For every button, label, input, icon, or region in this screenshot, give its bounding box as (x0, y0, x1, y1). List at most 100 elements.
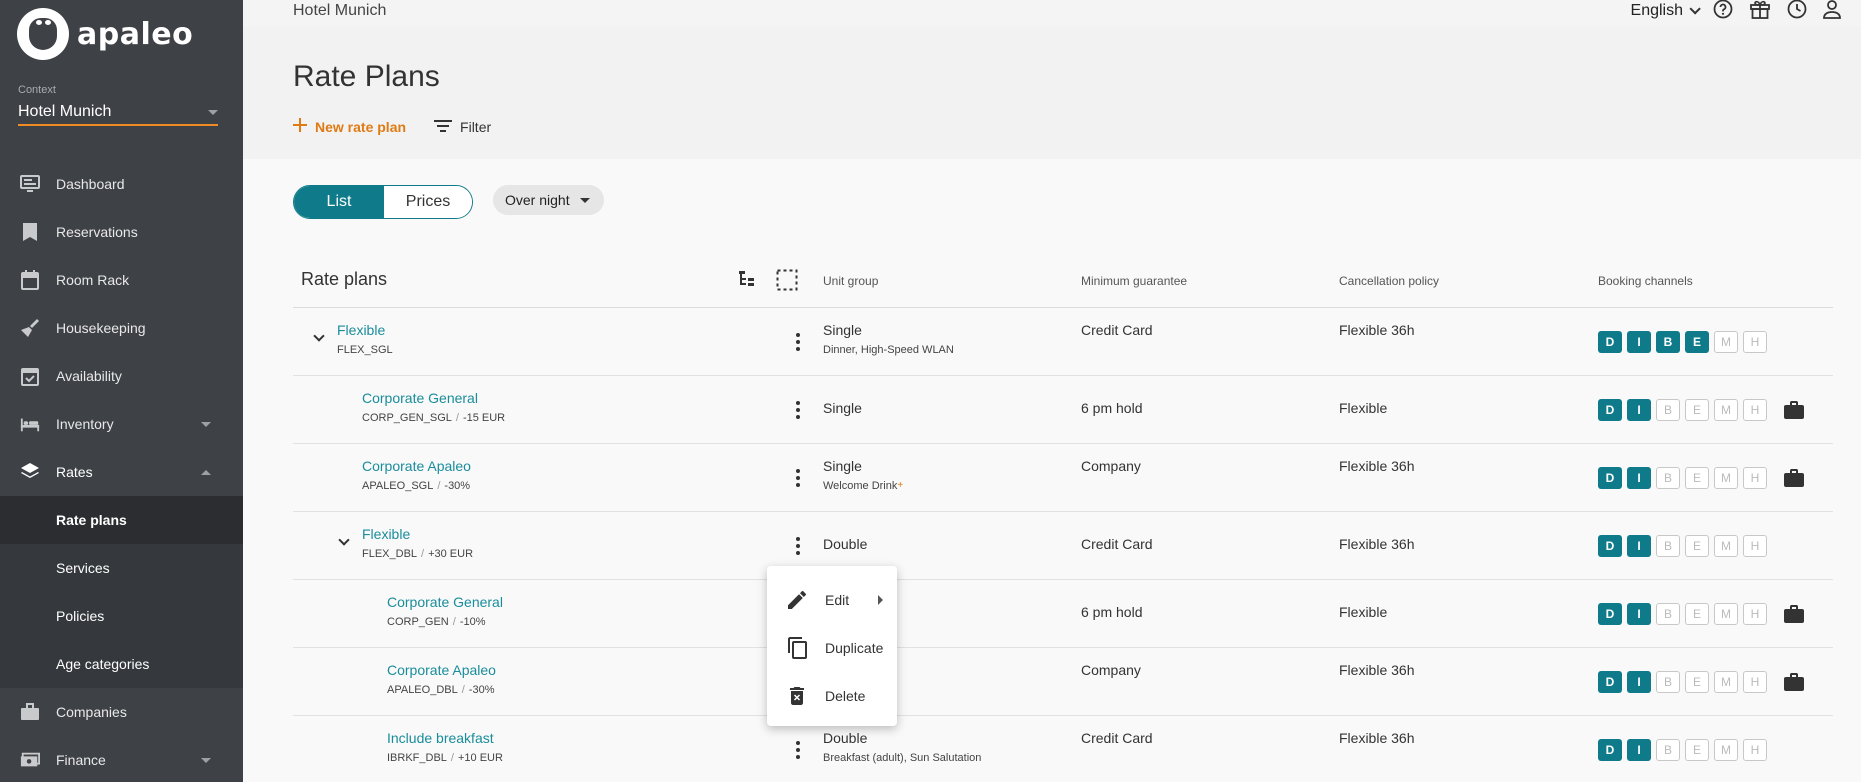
table-title: Rate plans (301, 269, 388, 289)
dropdown-caret-icon (208, 109, 218, 115)
sidebar-item-companies[interactable]: Companies (0, 688, 243, 736)
unit-group-name: Single (823, 322, 862, 338)
context-dropdown[interactable]: Hotel Munich (18, 100, 218, 126)
rate-plan-name[interactable]: Flexible (337, 322, 393, 338)
rate-plan-cell: Flexible FLEX_DBL / +30 EUR (362, 526, 473, 560)
table-row[interactable]: Flexible FLEX_SGL Single Dinner, High-Sp… (293, 308, 1833, 376)
more-options-icon[interactable] (788, 536, 808, 556)
breadcrumb: Hotel Munich (293, 2, 387, 19)
language-selector[interactable]: English (1631, 2, 1701, 20)
subnav-item-rate-plans[interactable]: Rate plans (0, 496, 243, 544)
help-icon[interactable] (1713, 0, 1733, 24)
table-row[interactable]: Include breakfast IBRKF_DBL / +10 EUR Doub… (293, 716, 1833, 782)
sidebar-item-label: Availability (56, 368, 122, 384)
menu-item-edit[interactable]: Edit (767, 576, 897, 624)
clock-icon[interactable] (1787, 0, 1807, 24)
channel-badge: E (1685, 739, 1709, 761)
rate-plan-name[interactable]: Flexible (362, 526, 473, 542)
rate-plan-name[interactable]: Corporate Apaleo (387, 662, 496, 678)
menu-item-label: Duplicate (825, 640, 884, 656)
menu-item-label: Delete (825, 688, 866, 704)
sidebar-item-label: Finance (56, 752, 106, 768)
more-options-icon[interactable] (788, 332, 808, 352)
table-row[interactable]: Corporate Apaleo APALEO_DBL/-30% k Compa… (293, 648, 1833, 716)
filter-icon (434, 119, 453, 135)
subnav-item-policies[interactable]: Policies (0, 592, 243, 640)
row-context-menu: Edit Duplicate Delete (767, 566, 897, 726)
services-text: Welcome Drink (823, 480, 898, 492)
channel-badge: D (1598, 671, 1622, 693)
subnav-item-age-categories[interactable]: Age categories (0, 640, 243, 688)
channel-badge: D (1598, 739, 1622, 761)
rate-plan-code-line: CORP_GEN_SGL / -15 EUR (362, 412, 505, 424)
period-dropdown[interactable]: Over night (493, 185, 604, 215)
rate-plan-name[interactable]: Corporate General (387, 594, 503, 610)
rate-plan-cell: Flexible FLEX_SGL (337, 322, 393, 356)
booking-channels: DIBEMH (1598, 331, 1767, 353)
unit-group-cell: Double Breakfast (adult), Sun Salutation (823, 730, 981, 764)
header-booking-channels[interactable]: Booking channels (1598, 274, 1693, 288)
channel-badge: H (1743, 467, 1767, 489)
minimum-guarantee: Credit Card (1081, 730, 1153, 746)
sidebar-item-rates[interactable]: Rates (0, 448, 243, 496)
separator: / (421, 548, 425, 560)
unit-group-cell: Single Dinner, High-Speed WLAN (823, 322, 954, 356)
sidebar-item-availability[interactable]: Availability (0, 352, 243, 400)
select-all-icon[interactable] (776, 269, 798, 296)
minimum-guarantee: Credit Card (1081, 536, 1153, 552)
context-selector[interactable]: Context Hotel Munich (18, 84, 218, 126)
more-options-icon[interactable] (788, 400, 808, 420)
rate-plan-name[interactable]: Corporate Apaleo (362, 458, 471, 474)
table-row[interactable]: Corporate Apaleo APALEO_SGL / -30% Single … (293, 444, 1833, 512)
cancellation-policy: Flexible 36h (1339, 536, 1415, 552)
sidebar-item-inventory[interactable]: Inventory (0, 400, 243, 448)
table-row[interactable]: Corporate General CORP_GEN / -10% 6 pm hol… (293, 580, 1833, 648)
user-icon[interactable] (1823, 0, 1841, 24)
header-unit-group[interactable]: Unit group (823, 274, 878, 288)
services-text: Breakfast (adult), Sun Salutation (823, 752, 982, 764)
sidebar-item-reservations[interactable]: Reservations (0, 208, 243, 256)
broom-icon (20, 318, 40, 338)
calendar-check-icon (20, 366, 40, 386)
hierarchy-toggle-icon[interactable] (737, 269, 757, 294)
rate-plan-code-line: IBRKF_DBL / +10 EUR (387, 752, 503, 764)
expand-chevron-icon[interactable] (313, 330, 325, 344)
view-list-button[interactable]: List (294, 186, 384, 218)
channel-badge: H (1743, 331, 1767, 353)
table-row[interactable]: Flexible FLEX_DBL / +30 EUR Double Credit … (293, 512, 1833, 580)
channel-badge: M (1714, 535, 1738, 557)
channel-badge: I (1627, 399, 1651, 421)
sidebar-item-room-rack[interactable]: Room Rack (0, 256, 243, 304)
bed-icon (20, 414, 40, 434)
more-options-icon[interactable] (788, 740, 808, 760)
sidebar-item-finance[interactable]: Finance (0, 736, 243, 782)
new-rate-plan-button[interactable]: New rate plan (293, 118, 406, 135)
filter-button[interactable]: Filter (434, 119, 491, 135)
menu-item-delete[interactable]: Delete (767, 672, 897, 720)
chevron-down-icon (201, 421, 211, 427)
rate-plan-code: APALEO_DBL (387, 684, 458, 696)
subnav-item-services[interactable]: Services (0, 544, 243, 592)
gift-icon[interactable] (1749, 0, 1771, 24)
trash-icon (785, 684, 809, 708)
expand-chevron-icon[interactable] (338, 534, 350, 548)
rate-plan-name[interactable]: Include breakfast (387, 730, 503, 746)
channel-badge: I (1627, 535, 1651, 557)
header-minimum-guarantee[interactable]: Minimum guarantee (1081, 274, 1187, 288)
header-cancellation-policy[interactable]: Cancellation policy (1339, 274, 1439, 288)
menu-item-duplicate[interactable]: Duplicate (767, 624, 897, 672)
rate-plan-name[interactable]: Corporate General (362, 390, 505, 406)
apaleo-logo[interactable]: apaleo (17, 8, 193, 60)
channel-badge: B (1656, 331, 1680, 353)
booking-channels: DIBEMH (1598, 535, 1767, 557)
plus-icon (293, 118, 307, 135)
sidebar-item-dashboard[interactable]: Dashboard (0, 160, 243, 208)
table-row[interactable]: Corporate General CORP_GEN_SGL / -15 EUR S… (293, 376, 1833, 444)
layers-icon (20, 462, 40, 482)
corporate-briefcase-icon (1784, 401, 1804, 419)
channel-badge: I (1627, 331, 1651, 353)
view-prices-button[interactable]: Prices (384, 186, 472, 218)
sidebar-item-housekeeping[interactable]: Housekeeping (0, 304, 243, 352)
more-options-icon[interactable] (788, 468, 808, 488)
top-right-tools: English (1631, 0, 1841, 22)
